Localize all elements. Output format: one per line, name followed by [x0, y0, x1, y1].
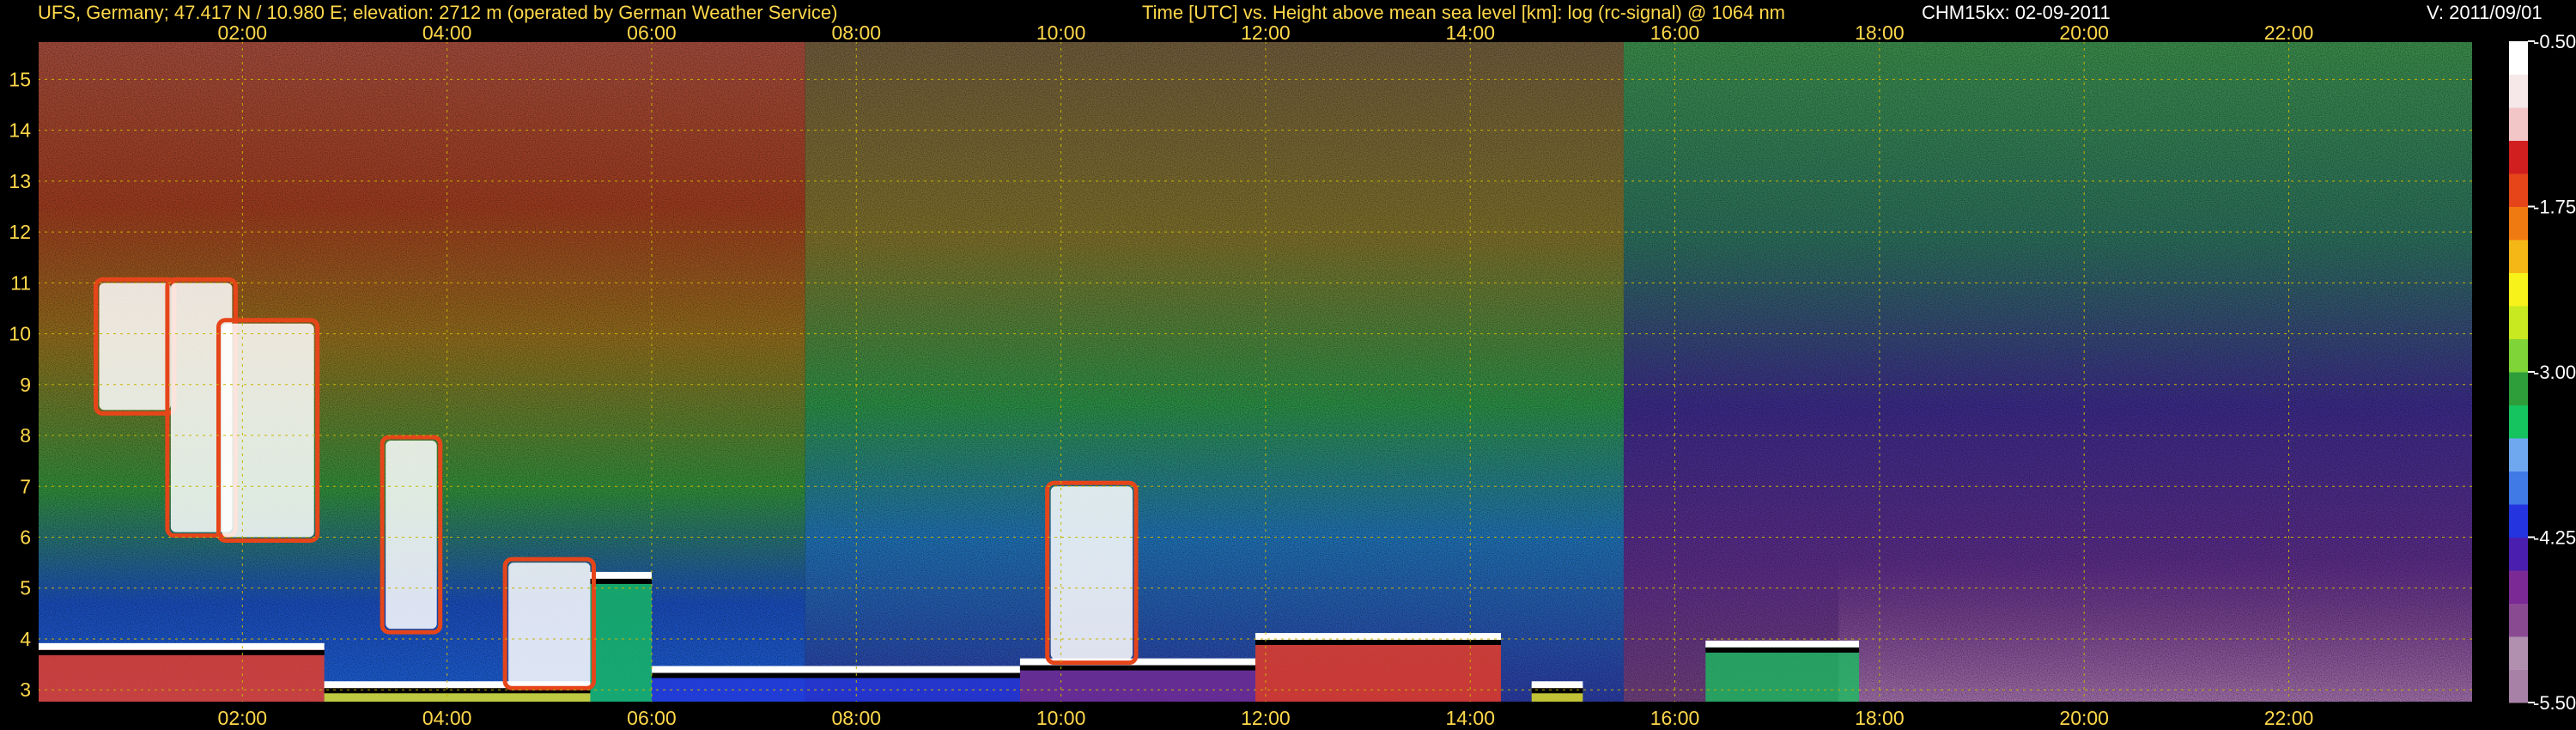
x-tick-label-top: 22:00	[2264, 21, 2314, 44]
colorbar-segment	[2509, 669, 2528, 703]
y-tick-label: 3	[20, 678, 31, 701]
colorbar-segment	[2509, 306, 2528, 339]
x-tick-label-top: 04:00	[422, 21, 472, 44]
colorbar-segment	[2509, 240, 2528, 273]
cloud-plume	[386, 440, 437, 630]
plot-area	[37, 40, 2474, 703]
colorbar-tick-label: -3.00	[2533, 362, 2576, 383]
cloud-plume	[1050, 486, 1133, 660]
x-tick-label-bottom: 16:00	[1650, 707, 1700, 729]
x-tick-label-top: 20:00	[2059, 21, 2109, 44]
y-ticks: 3 4 5 6 7 8 9 10 11 12 13 14 15	[9, 68, 31, 701]
y-tick-label: 7	[20, 475, 31, 497]
cloud-base-line	[651, 666, 1020, 673]
cloud-base-shadow	[1531, 688, 1583, 694]
ceilometer-display: UFS, Germany; 47.417 N / 10.980 E; eleva…	[0, 0, 2576, 730]
y-tick-label: 4	[20, 628, 31, 650]
x-tick-label-bottom: 20:00	[2059, 707, 2109, 729]
colorbar-segment	[2509, 140, 2528, 174]
y-tick-label: 9	[20, 374, 31, 396]
x-tick-label-bottom: 14:00	[1445, 707, 1495, 729]
colorbar-segment	[2509, 636, 2528, 670]
colorbar-segment	[2509, 537, 2528, 571]
cloud-base-line	[38, 642, 325, 650]
cloud-plume	[99, 283, 171, 411]
y-tick-label: 11	[10, 271, 31, 294]
cloud-base-line	[1531, 681, 1583, 689]
x-tick-label-bottom: 22:00	[2264, 707, 2314, 729]
colorbar-segment	[2509, 405, 2528, 439]
x-ticks-bottom: 02:00 04:00 06:00 08:00 10:00 12:00 14:00 16:00…	[218, 707, 2314, 729]
boundary-layer-block	[1705, 643, 1860, 703]
cloud-base-shadow	[38, 649, 325, 655]
colorbar-ticks: -0.50 -1.75 -3.00 -4.25 -5.50	[2528, 31, 2576, 714]
x-tick-label-top: 06:00	[627, 21, 677, 44]
x-tick-label-top: 16:00	[1650, 21, 1700, 44]
colorbar-segment	[2509, 471, 2528, 505]
colorbar-segment	[2509, 504, 2528, 538]
colorbar	[2509, 41, 2528, 703]
cloud-base-line	[1705, 640, 1860, 648]
colorbar-segment	[2509, 570, 2528, 604]
cloud-base-shadow	[1019, 665, 1255, 671]
cloud-base-shadow	[651, 672, 1020, 678]
boundary-layer-block	[1255, 636, 1501, 703]
heatmap-chart: 02:00 04:00 06:00 08:00 10:00 12:00 14:00 16:00…	[9, 21, 2576, 729]
colorbar-segment	[2509, 603, 2528, 637]
y-tick-label: 13	[9, 170, 31, 192]
cloud-base-line	[590, 571, 652, 579]
x-tick-label-top: 02:00	[218, 21, 268, 44]
colorbar-segment	[2509, 41, 2528, 75]
colorbar-segment	[2509, 338, 2528, 373]
colorbar-segment	[2509, 173, 2528, 207]
colorbar-segment	[2509, 107, 2528, 141]
y-tick-label: 15	[9, 68, 31, 90]
y-tick-label: 5	[20, 577, 31, 599]
x-tick-label-top: 08:00	[831, 21, 881, 44]
y-tick-label: 10	[9, 323, 31, 345]
x-tick-label-bottom: 10:00	[1036, 707, 1086, 729]
y-tick-label: 14	[9, 119, 31, 142]
x-tick-label-bottom: 18:00	[1855, 707, 1905, 729]
colorbar-segment	[2509, 372, 2528, 405]
colorbar-segment	[2509, 206, 2528, 240]
colorbar-tick-label: -1.75	[2533, 197, 2576, 218]
x-tick-label-top: 12:00	[1241, 21, 1291, 44]
colorbar-segment	[2509, 74, 2528, 108]
colorbar-segment	[2509, 438, 2528, 471]
x-tick-label-bottom: 02:00	[218, 707, 268, 729]
x-tick-label-bottom: 08:00	[831, 707, 881, 729]
cloud-base-shadow	[1705, 647, 1860, 653]
y-tick-label: 8	[20, 424, 31, 447]
cloud-plume	[222, 323, 314, 538]
colorbar-tick-label: -0.50	[2533, 31, 2576, 52]
x-tick-label-bottom: 12:00	[1241, 707, 1291, 729]
colorbar-tick-label: -4.25	[2533, 527, 2576, 549]
y-tick-label: 12	[9, 221, 31, 243]
colorbar-segment	[2509, 272, 2528, 307]
y-tick-label: 6	[20, 526, 31, 549]
cloud-base-shadow	[590, 578, 652, 584]
cloud-plume	[508, 563, 591, 685]
x-tick-label-bottom: 06:00	[627, 707, 677, 729]
x-tick-label-top: 10:00	[1036, 21, 1086, 44]
cloud-base-shadow	[1255, 640, 1501, 645]
colorbar-tick-label: -5.50	[2533, 692, 2576, 714]
x-tick-label-top: 18:00	[1855, 21, 1905, 44]
x-tick-label-bottom: 04:00	[422, 707, 472, 729]
x-tick-label-top: 14:00	[1445, 21, 1495, 44]
